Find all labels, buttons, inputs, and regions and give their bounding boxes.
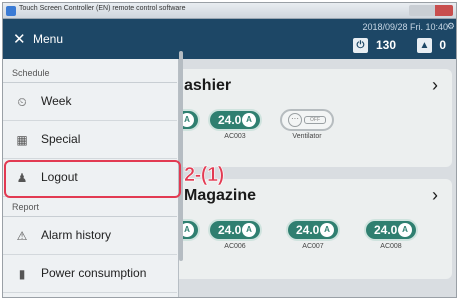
alarm-count: 0 <box>439 38 446 52</box>
menu-item-label: Power consumption <box>41 266 147 280</box>
unit-temperature: 24.0 <box>374 223 398 237</box>
unit-status-pill[interactable]: 24.0 A <box>286 219 340 241</box>
section-label-schedule: Schedule <box>12 68 50 78</box>
menu-item-alarm-history[interactable]: ⚠ Alarm history <box>3 217 177 255</box>
unit-name: AC007 <box>302 243 324 250</box>
group-card[interactable]: Magazine › A 24.0 A AC006 24.0 A AC007 2… <box>146 179 452 279</box>
group-title: ashier <box>184 77 232 94</box>
menu-header: ✕ Menu <box>3 19 179 59</box>
menu-scrollbar[interactable] <box>179 51 183 261</box>
menu-item-power-consumption[interactable]: ▮ Power consumption <box>3 255 177 293</box>
window-controls <box>409 5 453 16</box>
unit-name: Ventilator <box>292 133 322 140</box>
unit-temperature: 24.0 <box>218 223 242 237</box>
menu-item-special[interactable]: ▦ Special <box>3 121 177 159</box>
ventilator-status-pill[interactable]: ··· OFF <box>280 109 334 131</box>
unit-status-pill[interactable]: 24.0 A <box>208 219 262 241</box>
menu-item-label: Special <box>41 132 81 146</box>
window-close-button[interactable] <box>435 5 453 16</box>
chevron-right-icon[interactable]: › <box>432 75 438 96</box>
power-icon[interactable]: ⏻ <box>353 38 368 53</box>
auto-mode-icon: A <box>242 223 256 237</box>
menu-item-label: Alarm history <box>41 228 112 242</box>
menu-title: Menu <box>33 32 64 46</box>
title-bar: Touch Screen Controller (EN) remote cont… <box>3 3 456 19</box>
window-title: Touch Screen Controller (EN) remote cont… <box>19 5 186 12</box>
menu-item-label: Week <box>41 94 72 108</box>
alarm-icon[interactable]: ▲ <box>417 38 432 53</box>
auto-mode-icon: A <box>242 113 256 127</box>
side-menu: ✕ Menu Schedule ⏲ Week ▦ Special ♟ Logou… <box>3 19 179 297</box>
section-label-report: Report <box>12 202 40 212</box>
unit-name: AC003 <box>224 133 246 140</box>
auto-mode-icon: A <box>320 223 334 237</box>
group-title: Magazine <box>184 187 257 204</box>
close-icon[interactable]: ✕ <box>13 30 26 48</box>
group-card[interactable]: ashier › A 24.0 A AC003 ··· OFF Ventilat… <box>146 69 452 167</box>
alarm-history-icon: ⚠ <box>16 229 28 243</box>
gear-icon[interactable]: ⚙ <box>447 21 455 32</box>
unit-tile[interactable]: 24.0 A AC006 <box>208 219 262 250</box>
chevron-right-icon[interactable]: › <box>432 185 438 206</box>
unit-tile[interactable]: 24.0 A AC007 <box>286 219 340 250</box>
unit-tile[interactable]: ··· OFF Ventilator <box>280 109 334 140</box>
app-window: Touch Screen Controller (EN) remote cont… <box>2 2 457 298</box>
auto-mode-icon: A <box>398 223 412 237</box>
power-consumption-icon: ▮ <box>18 267 26 281</box>
ventilator-off-label: OFF <box>304 116 326 124</box>
datetime: 2018/09/28 Fri. 10:40 <box>362 22 448 32</box>
week-icon: ⏲ <box>17 95 27 109</box>
power-count: 130 <box>375 38 396 52</box>
highlight-box <box>4 160 181 198</box>
unit-name: AC006 <box>224 243 246 250</box>
menu-item-week[interactable]: ⏲ Week <box>3 83 177 121</box>
unit-temperature: 24.0 <box>218 113 242 127</box>
unit-temperature: 24.0 <box>296 223 320 237</box>
special-icon: ▦ <box>16 133 28 147</box>
fan-icon: ··· <box>288 113 302 127</box>
app-icon <box>6 6 16 16</box>
unit-tile[interactable]: 24.0 A AC003 <box>208 109 262 140</box>
step-annotation: 2-(1) <box>184 164 225 187</box>
unit-status-pill[interactable]: 24.0 A <box>208 109 262 131</box>
unit-tile[interactable]: 24.0 A AC008 <box>364 219 418 250</box>
unit-status-pill[interactable]: 24.0 A <box>364 219 418 241</box>
unit-name: AC008 <box>380 243 402 250</box>
